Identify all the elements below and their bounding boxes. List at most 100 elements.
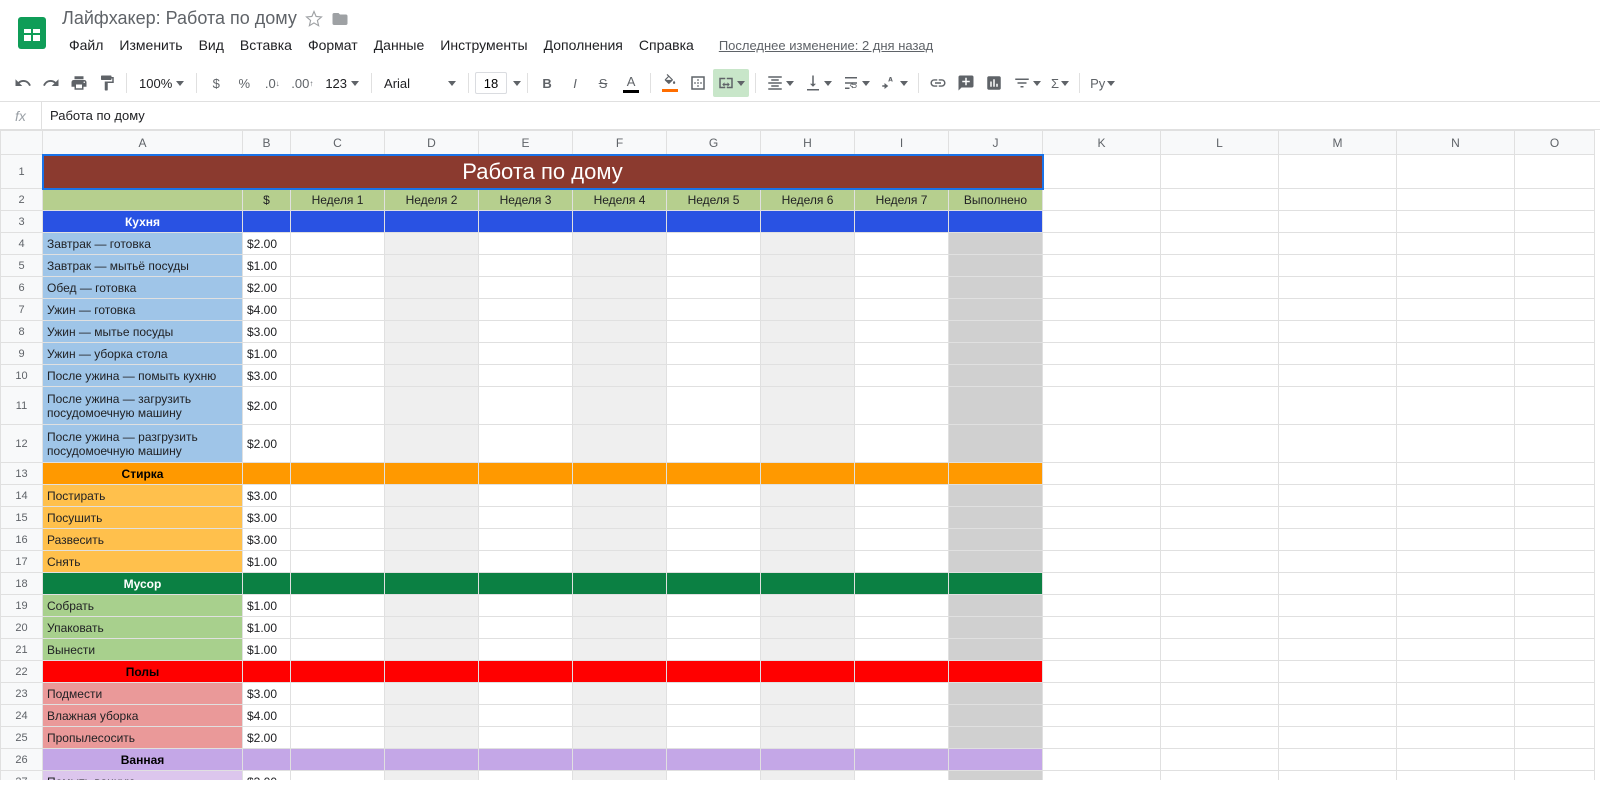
font-size-control[interactable]	[475, 72, 521, 94]
cell[interactable]	[667, 463, 761, 485]
cell[interactable]	[667, 529, 761, 551]
insert-chart-button[interactable]	[981, 69, 1007, 97]
cell[interactable]	[1279, 617, 1397, 639]
cell[interactable]	[385, 255, 479, 277]
cell[interactable]	[667, 705, 761, 727]
cell[interactable]	[1397, 573, 1515, 595]
done-cell[interactable]	[949, 343, 1043, 365]
row-header-27[interactable]: 27	[1, 771, 43, 781]
cell[interactable]	[385, 343, 479, 365]
cell[interactable]	[243, 463, 291, 485]
cell[interactable]	[1515, 189, 1595, 211]
done-header[interactable]: Выполнено	[949, 189, 1043, 211]
cell[interactable]	[1515, 727, 1595, 749]
cell[interactable]	[1161, 189, 1279, 211]
done-cell[interactable]	[949, 425, 1043, 463]
cell[interactable]	[667, 727, 761, 749]
cell[interactable]	[243, 749, 291, 771]
cell[interactable]	[291, 277, 385, 299]
cell[interactable]	[1397, 277, 1515, 299]
more-formats-button[interactable]: 123	[319, 69, 365, 97]
cell[interactable]	[1279, 683, 1397, 705]
menu-format[interactable]: Формат	[301, 33, 365, 57]
task-name[interactable]: Посушить	[43, 507, 243, 529]
cell[interactable]	[291, 683, 385, 705]
horizontal-align-button[interactable]	[762, 69, 798, 97]
cell[interactable]	[761, 661, 855, 683]
cell[interactable]	[479, 277, 573, 299]
cell[interactable]	[761, 507, 855, 529]
cell[interactable]	[949, 463, 1043, 485]
task-price[interactable]: $1.00	[243, 595, 291, 617]
row-header-20[interactable]: 20	[1, 617, 43, 639]
week-header[interactable]: Неделя 4	[573, 189, 667, 211]
col-header-G[interactable]: G	[667, 131, 761, 155]
cell[interactable]	[1515, 365, 1595, 387]
select-all-corner[interactable]	[1, 131, 43, 155]
cell[interactable]	[1515, 155, 1595, 189]
cell[interactable]	[1515, 387, 1595, 425]
cell[interactable]	[761, 343, 855, 365]
cell[interactable]	[385, 595, 479, 617]
cell[interactable]	[385, 277, 479, 299]
cell[interactable]	[1043, 661, 1161, 683]
cell[interactable]	[291, 551, 385, 573]
cell[interactable]	[667, 299, 761, 321]
cell[interactable]	[479, 463, 573, 485]
done-cell[interactable]	[949, 277, 1043, 299]
cell[interactable]	[385, 321, 479, 343]
task-price[interactable]: $2.00	[243, 727, 291, 749]
task-price[interactable]: $1.00	[243, 617, 291, 639]
cell[interactable]	[1397, 551, 1515, 573]
task-name[interactable]: Вынести	[43, 639, 243, 661]
cell[interactable]	[1279, 321, 1397, 343]
cell[interactable]	[291, 727, 385, 749]
text-rotation-button[interactable]	[876, 69, 912, 97]
cell[interactable]	[1161, 387, 1279, 425]
cell[interactable]	[1161, 639, 1279, 661]
cell[interactable]	[667, 425, 761, 463]
cell[interactable]	[761, 573, 855, 595]
star-icon[interactable]	[305, 10, 323, 28]
cell[interactable]	[479, 387, 573, 425]
cell[interactable]	[479, 233, 573, 255]
functions-button[interactable]: Σ	[1047, 69, 1073, 97]
row-header-17[interactable]: 17	[1, 551, 43, 573]
col-header-H[interactable]: H	[761, 131, 855, 155]
cell[interactable]	[1043, 425, 1161, 463]
cell[interactable]	[667, 573, 761, 595]
cell[interactable]	[1397, 155, 1515, 189]
cell[interactable]	[479, 705, 573, 727]
cell[interactable]	[761, 365, 855, 387]
cell[interactable]	[291, 485, 385, 507]
percent-button[interactable]: %	[231, 69, 257, 97]
cell[interactable]	[385, 507, 479, 529]
cell[interactable]	[667, 321, 761, 343]
cell[interactable]	[667, 255, 761, 277]
cell[interactable]	[1397, 485, 1515, 507]
cell[interactable]	[573, 683, 667, 705]
cell[interactable]	[1043, 617, 1161, 639]
cell[interactable]	[1397, 321, 1515, 343]
section-floor[interactable]: Полы	[43, 661, 243, 683]
cell[interactable]	[855, 425, 949, 463]
done-cell[interactable]	[949, 771, 1043, 781]
cell[interactable]	[1043, 233, 1161, 255]
cell[interactable]	[1397, 255, 1515, 277]
row-header-6[interactable]: 6	[1, 277, 43, 299]
cell[interactable]	[1161, 661, 1279, 683]
task-name[interactable]: Постирать	[43, 485, 243, 507]
cell[interactable]	[761, 485, 855, 507]
cell[interactable]	[1279, 255, 1397, 277]
cell[interactable]	[1397, 233, 1515, 255]
task-price[interactable]: $1.00	[243, 343, 291, 365]
currency-button[interactable]: $	[203, 69, 229, 97]
cell[interactable]	[573, 639, 667, 661]
cell[interactable]	[1279, 277, 1397, 299]
cell[interactable]	[479, 639, 573, 661]
task-name[interactable]: Пропылесосить	[43, 727, 243, 749]
task-price[interactable]: $2.00	[243, 425, 291, 463]
cell[interactable]	[291, 463, 385, 485]
cell[interactable]	[667, 485, 761, 507]
cell[interactable]	[291, 387, 385, 425]
